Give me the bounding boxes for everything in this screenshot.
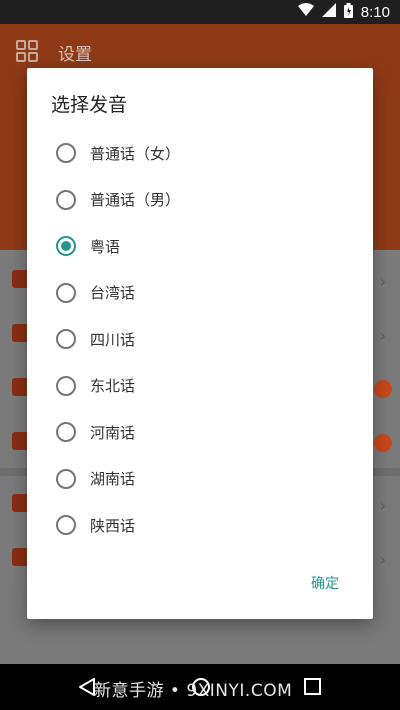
toggle-switch xyxy=(374,380,392,398)
page-title: 设置 xyxy=(58,45,92,65)
option-label: 普通话（男） xyxy=(90,191,181,210)
status-time: 8:10 xyxy=(360,3,390,21)
pronunciation-option[interactable]: 粤语 xyxy=(27,223,373,270)
option-label: 河南话 xyxy=(90,423,136,442)
radio-button[interactable] xyxy=(56,143,76,164)
pronunciation-option[interactable]: 四川话 xyxy=(27,316,373,363)
radio-button[interactable] xyxy=(56,515,76,536)
chevron-right-icon: › xyxy=(379,272,386,291)
option-label: 东北话 xyxy=(90,377,136,396)
option-label: 台湾话 xyxy=(90,284,136,303)
pronunciation-option[interactable]: 河南话 xyxy=(27,409,373,456)
pronunciation-option[interactable]: 普通话（女） xyxy=(27,130,373,177)
radio-button[interactable] xyxy=(56,189,76,210)
pronunciation-option[interactable]: 台湾话 xyxy=(27,270,373,317)
grid-icon[interactable] xyxy=(16,40,38,66)
pronunciation-option[interactable]: 湖南话 xyxy=(27,456,373,503)
battery-icon xyxy=(343,2,353,22)
signal-icon xyxy=(321,3,336,21)
chevron-right-icon: › xyxy=(379,550,386,569)
radio-button[interactable] xyxy=(56,422,76,443)
wifi-icon xyxy=(297,3,314,21)
pronunciation-dialog: 选择发音 普通话（女） 普通话（男） 粤语台湾话四川话东北话河南话湖南话陕西话 确定 xyxy=(27,68,373,619)
dialog-title: 选择发音 xyxy=(51,94,128,116)
recent-apps-icon[interactable] xyxy=(304,678,321,699)
navigation-bar: 新意手游 • 9XINYI.COM xyxy=(0,664,400,710)
confirm-button[interactable]: 确定 xyxy=(309,569,341,597)
pronunciation-option[interactable]: 普通话（男） xyxy=(27,177,373,224)
radio-button[interactable] xyxy=(56,329,76,350)
option-label: 粤语 xyxy=(90,237,121,256)
toggle-switch xyxy=(374,434,392,452)
pronunciation-option[interactable]: 陕西话 xyxy=(27,502,373,549)
option-label: 四川话 xyxy=(90,330,136,349)
option-label: 陕西话 xyxy=(90,516,136,535)
pronunciation-option[interactable]: 东北话 xyxy=(27,363,373,410)
pronunciation-options: 普通话（女） 普通话（男） 粤语台湾话四川话东北话河南话湖南话陕西话 xyxy=(27,130,373,549)
radio-button-checked[interactable] xyxy=(56,236,76,257)
option-label: 普通话（女） xyxy=(90,144,181,163)
radio-button[interactable] xyxy=(56,468,76,489)
option-label: 湖南话 xyxy=(90,470,136,489)
watermark-text: 新意手游 • 9XINYI.COM xyxy=(94,681,293,701)
chevron-right-icon: › xyxy=(379,326,386,345)
chevron-right-icon: › xyxy=(379,496,386,515)
status-bar: 8:10 xyxy=(0,0,400,24)
radio-button[interactable] xyxy=(56,282,76,303)
radio-button[interactable] xyxy=(56,375,76,396)
